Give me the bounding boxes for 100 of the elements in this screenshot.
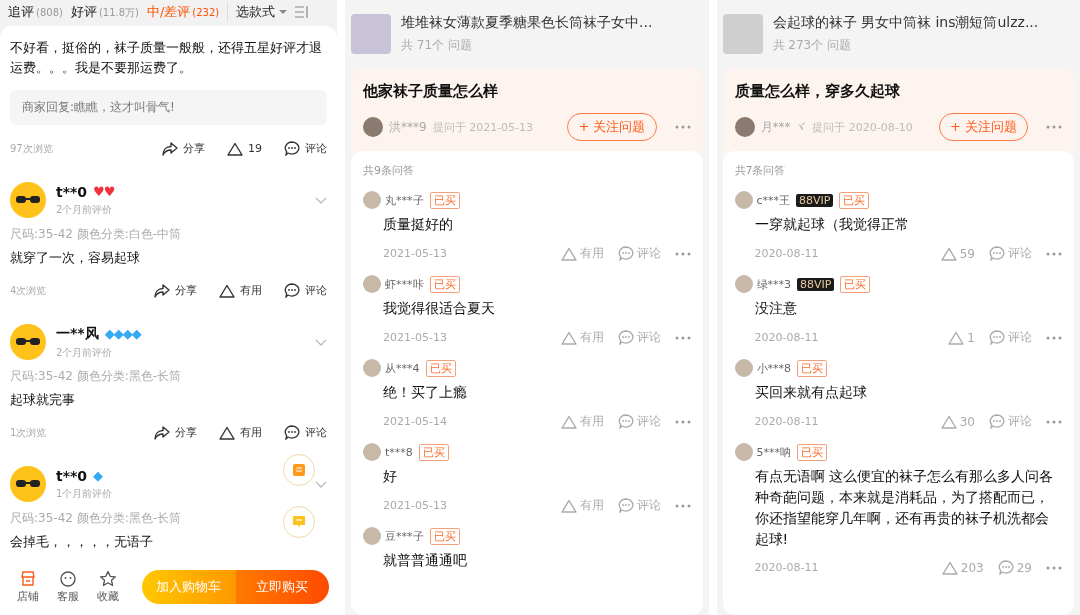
- review-tab[interactable]: 好评(11.8万): [70, 3, 139, 21]
- more-icon[interactable]: [674, 419, 691, 424]
- share-icon[interactable]: [154, 283, 170, 298]
- avatar: [363, 117, 383, 137]
- triangle-icon[interactable]: [219, 425, 235, 440]
- add-to-cart-button[interactable]: 加入购物车: [142, 570, 236, 604]
- comment-action[interactable]: 评论: [617, 497, 661, 514]
- avatar: [363, 527, 381, 545]
- product-title[interactable]: 堆堆袜女薄款夏季糖果色长筒袜子女中...: [401, 14, 653, 32]
- answerer-name: 绿***3: [756, 276, 791, 292]
- answer-text: 我觉得很适合夏天: [383, 299, 496, 318]
- floating-list-button[interactable]: [283, 454, 315, 486]
- useful-action[interactable]: 有用: [219, 283, 262, 298]
- useful-action[interactable]: 203: [941, 560, 984, 575]
- comment-action[interactable]: 评论: [284, 283, 327, 298]
- comment-icon[interactable]: [284, 283, 300, 298]
- asker-name: 月*** ヾ: [760, 118, 807, 136]
- purchased-tag: 已买: [797, 443, 827, 461]
- triangle-icon[interactable]: [219, 283, 235, 298]
- avatar: [363, 443, 381, 461]
- share-action[interactable]: 分享: [154, 283, 197, 298]
- chevron-down-icon[interactable]: [315, 196, 327, 204]
- store-label[interactable]: 店铺: [17, 589, 39, 604]
- useful-action[interactable]: 1: [948, 330, 975, 345]
- diamond-icons: ◆◆◆◆: [104, 326, 141, 341]
- diamond-icons: ◆: [93, 468, 103, 483]
- sku-spec: 尺码:35-42 颜色分类:黑色-长筒: [10, 368, 182, 385]
- style-filter[interactable]: 选款式: [236, 3, 288, 21]
- useful-action[interactable]: 30: [940, 414, 975, 429]
- chevron-down-icon[interactable]: [315, 338, 327, 346]
- filter-icon[interactable]: [295, 6, 310, 18]
- useful-action[interactable]: 59: [940, 246, 975, 261]
- more-icon[interactable]: [674, 503, 691, 508]
- comment-icon[interactable]: [284, 141, 300, 156]
- avatar: [734, 117, 755, 137]
- comment-action[interactable]: 评论: [617, 413, 661, 430]
- comment-action[interactable]: 评论: [989, 329, 1032, 346]
- asked-date: 提问于 2021-05-13: [432, 119, 534, 135]
- answer-text: 质量挺好的: [383, 215, 454, 234]
- review-text: 不好看，挺俗的，袜子质量一般般，还得五星好评才退运费。。。我是不要那运费了。: [10, 39, 323, 77]
- review-tab[interactable]: 追评(808): [8, 3, 63, 21]
- triangle-icon[interactable]: [227, 141, 243, 156]
- share-icon[interactable]: [154, 425, 170, 440]
- more-icon[interactable]: [1046, 565, 1062, 570]
- comment-action[interactable]: 评论: [284, 425, 327, 440]
- star-label[interactable]: 收藏: [97, 589, 119, 604]
- view-count: 97次浏览: [10, 141, 53, 156]
- photo-placeholder: [722, 14, 763, 54]
- answer-text: 好: [383, 467, 398, 486]
- comment-action[interactable]: 评论: [989, 245, 1032, 262]
- merchant-reply: 商家回复:瞧瞧，这才叫骨气!: [10, 90, 327, 125]
- floating-ask-button[interactable]: [283, 506, 315, 538]
- comment-action[interactable]: 评论: [284, 141, 327, 156]
- useful-action[interactable]: 有用: [560, 329, 604, 346]
- question-count: 共 71个 问题: [401, 37, 473, 54]
- comment-action[interactable]: 29: [997, 560, 1032, 575]
- more-icon[interactable]: [674, 125, 691, 129]
- purchased-tag: 已买: [839, 191, 870, 209]
- product-title[interactable]: 会起球的袜子 男女中筒袜 ins潮短筒ulzz...: [772, 14, 1039, 32]
- avatar: [734, 191, 753, 209]
- answerer-name: 从***4: [385, 360, 420, 376]
- avatar: [363, 275, 381, 293]
- review-tab[interactable]: 中/差评(232): [146, 3, 220, 21]
- answerer-name: 虾***咔: [385, 276, 424, 292]
- answerer-name: 5***呐: [756, 444, 791, 460]
- sku-spec: 尺码:35-42 颜色分类:黑色-长筒: [10, 510, 182, 527]
- comment-icon[interactable]: [284, 425, 300, 440]
- answer-text: 买回来就有点起球: [754, 383, 868, 402]
- more-icon[interactable]: [674, 251, 691, 256]
- answer-date: 2021-05-14: [383, 415, 447, 428]
- reviewer-name: t**0: [56, 467, 88, 484]
- avatar: [10, 182, 46, 218]
- avatar: [734, 443, 753, 461]
- service-label[interactable]: 客服: [57, 589, 79, 604]
- useful-action[interactable]: 19: [227, 141, 262, 156]
- purchased-tag: 已买: [797, 359, 827, 377]
- share-action[interactable]: 分享: [162, 141, 205, 156]
- useful-action[interactable]: 有用: [560, 245, 604, 262]
- answer-date: 2021-05-13: [383, 247, 447, 260]
- more-icon[interactable]: [1046, 251, 1062, 256]
- more-icon[interactable]: [1046, 419, 1062, 424]
- more-icon[interactable]: [1046, 125, 1062, 129]
- service-icon: [59, 570, 77, 587]
- answer-text: 没注意: [754, 299, 798, 318]
- comment-action[interactable]: 评论: [617, 329, 661, 346]
- useful-action[interactable]: 有用: [560, 497, 604, 514]
- more-icon[interactable]: [1046, 335, 1062, 340]
- share-action[interactable]: 分享: [154, 425, 197, 440]
- share-icon[interactable]: [162, 141, 178, 156]
- avatar: [10, 324, 46, 360]
- useful-action[interactable]: 有用: [219, 425, 262, 440]
- comment-action[interactable]: 评论: [989, 413, 1032, 430]
- more-icon[interactable]: [674, 335, 691, 340]
- answer-count: 共9条问答: [363, 163, 415, 178]
- chevron-down-icon[interactable]: [315, 480, 327, 488]
- asker-name: 洪***9: [389, 118, 427, 136]
- buy-now-button[interactable]: 立即购买: [235, 570, 329, 604]
- comment-action[interactable]: 评论: [617, 245, 661, 262]
- avatar: [10, 466, 46, 502]
- useful-action[interactable]: 有用: [560, 413, 604, 430]
